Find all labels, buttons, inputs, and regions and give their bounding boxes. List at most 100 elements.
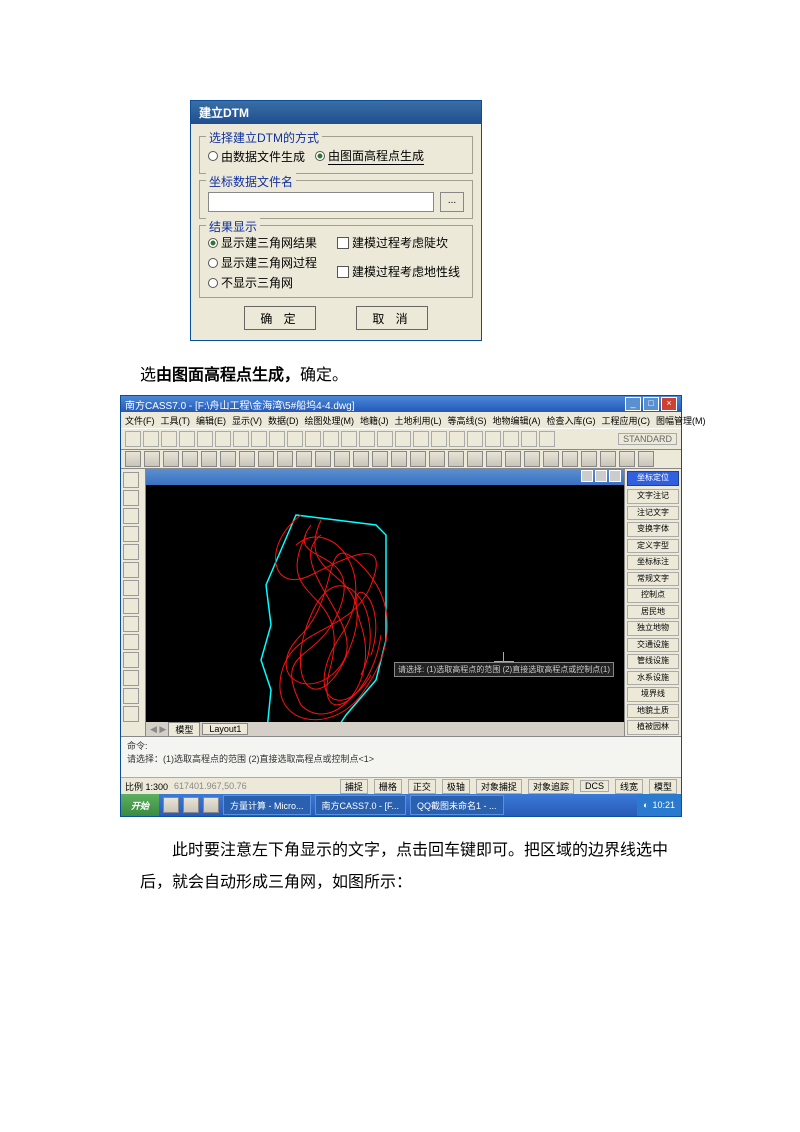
circle-icon[interactable] <box>123 508 139 524</box>
minimize-icon[interactable]: _ <box>625 397 641 411</box>
toolbar-icon[interactable] <box>161 431 177 447</box>
toolbar-icon[interactable] <box>334 451 350 467</box>
toolbar-icon[interactable] <box>239 451 255 467</box>
toolbar-icon[interactable] <box>258 451 274 467</box>
menu-item[interactable]: 图幅管理(M) <box>656 414 706 427</box>
toolbar-icon[interactable] <box>638 451 654 467</box>
menu-item[interactable]: 土地利用(L) <box>395 414 442 427</box>
panel-btn[interactable]: 坐标定位 <box>627 471 679 486</box>
hatch-icon[interactable] <box>123 598 139 614</box>
dim-icon[interactable] <box>123 634 139 650</box>
toolbar-icon[interactable] <box>359 431 375 447</box>
toolbar-icon[interactable] <box>524 451 540 467</box>
toolbar-icon[interactable] <box>315 451 331 467</box>
toolbar-icon[interactable] <box>410 451 426 467</box>
toolbar-icon[interactable] <box>467 431 483 447</box>
mdi-min-icon[interactable] <box>581 470 593 482</box>
toolbar-icon[interactable] <box>163 451 179 467</box>
coord-file-input[interactable] <box>208 192 434 212</box>
menu-item[interactable]: 检查入库(G) <box>547 414 596 427</box>
polyline-icon[interactable] <box>123 490 139 506</box>
toolbar-icon[interactable] <box>503 431 519 447</box>
command-window[interactable]: 命令: 请选择：(1)选取高程点的范围 (2)直接选取高程点或控制点<1> <box>121 736 681 777</box>
panel-btn[interactable]: 管线设施 <box>627 654 679 669</box>
toolbar-icon[interactable] <box>353 451 369 467</box>
toolbar-icon[interactable] <box>201 451 217 467</box>
panel-btn[interactable]: 常规文字 <box>627 572 679 587</box>
panel-btn[interactable]: 水系设施 <box>627 671 679 686</box>
toolbar-icon[interactable] <box>521 431 537 447</box>
point-icon[interactable] <box>123 670 139 686</box>
toolbar-icon[interactable] <box>372 451 388 467</box>
spline-icon[interactable] <box>123 580 139 596</box>
toolbar-icon[interactable] <box>619 451 635 467</box>
status-toggle[interactable]: 对象追踪 <box>528 779 574 794</box>
menu-item[interactable]: 等高线(S) <box>448 414 487 427</box>
close-icon[interactable]: × <box>661 397 677 411</box>
toolbar-icon[interactable] <box>269 431 285 447</box>
toolbar-icon[interactable] <box>485 431 501 447</box>
panel-btn[interactable]: 居民地 <box>627 605 679 620</box>
maximize-icon[interactable]: □ <box>643 397 659 411</box>
block-icon[interactable] <box>123 652 139 668</box>
browse-button[interactable]: ... <box>440 192 464 212</box>
menu-item[interactable]: 编辑(E) <box>196 414 226 427</box>
mdi-max-icon[interactable] <box>595 470 607 482</box>
panel-btn[interactable]: 变换字体 <box>627 522 679 537</box>
status-toggle[interactable]: 正交 <box>408 779 436 794</box>
panel-btn[interactable]: 交通设施 <box>627 638 679 653</box>
tray-icon[interactable]: ◐ <box>643 800 648 810</box>
toolbar-icon[interactable] <box>448 451 464 467</box>
panel-btn[interactable]: 文字注记 <box>627 489 679 504</box>
status-toggle[interactable]: 极轴 <box>442 779 470 794</box>
toolbar-icon[interactable] <box>429 451 445 467</box>
menu-item[interactable]: 工具(T) <box>161 414 191 427</box>
toolbar-icon[interactable] <box>543 451 559 467</box>
region-icon[interactable] <box>123 688 139 704</box>
toolbar-icon[interactable] <box>323 431 339 447</box>
toolbar-icon[interactable] <box>277 451 293 467</box>
toolbar-icon[interactable] <box>220 451 236 467</box>
toolbar-icon[interactable] <box>581 451 597 467</box>
toolbar-icon[interactable] <box>413 431 429 447</box>
menu-item[interactable]: 绘图处理(M) <box>305 414 355 427</box>
table-icon[interactable] <box>123 706 139 722</box>
toolbar-icon[interactable] <box>144 451 160 467</box>
panel-btn[interactable]: 定义字型 <box>627 539 679 554</box>
radio-show-tin-result[interactable]: 显示建三角网结果 <box>208 234 317 251</box>
status-toggle[interactable]: 栅格 <box>374 779 402 794</box>
radio-hide-tin[interactable]: 不显示三角网 <box>208 274 317 291</box>
toolbar-icon[interactable] <box>125 451 141 467</box>
toolbar-icon[interactable] <box>287 431 303 447</box>
radio-from-data-file[interactable]: 由数据文件生成 <box>208 148 305 165</box>
menu-item[interactable]: 文件(F) <box>125 414 155 427</box>
toolbar-icon[interactable] <box>505 451 521 467</box>
menu-item[interactable]: 工程应用(C) <box>602 414 651 427</box>
quicklaunch-icon[interactable] <box>163 797 179 813</box>
ellipse-icon[interactable] <box>123 562 139 578</box>
panel-btn[interactable]: 坐标标注 <box>627 555 679 570</box>
menu-item[interactable]: 数据(D) <box>268 414 299 427</box>
ok-button[interactable]: 确 定 <box>244 306 316 330</box>
toolbar-icon[interactable] <box>391 451 407 467</box>
drawing-canvas[interactable]: 请选择: (1)选取高程点的范围 (2)直接选取高程点或控制点(1) <box>146 485 624 722</box>
taskbar-task[interactable]: QQ截图未命名1 - ... <box>410 795 504 815</box>
cancel-button[interactable]: 取 消 <box>356 306 428 330</box>
panel-btn[interactable]: 地貌土质 <box>627 704 679 719</box>
toolbar-icon[interactable] <box>215 431 231 447</box>
radio-from-map-elev[interactable]: 由图面高程点生成 <box>315 147 424 165</box>
taskbar-task[interactable]: 南方CASS7.0 - [F... <box>315 795 407 815</box>
panel-btn[interactable]: 境界线 <box>627 687 679 702</box>
check-steep-bank[interactable]: 建模过程考虑陡坎 <box>337 234 460 251</box>
toolbar-icon[interactable] <box>600 451 616 467</box>
toolbar-icon[interactable] <box>305 431 321 447</box>
toolbar-icon[interactable] <box>449 431 465 447</box>
quicklaunch-icon[interactable] <box>183 797 199 813</box>
line-icon[interactable] <box>123 472 139 488</box>
toolbar-icon[interactable] <box>143 431 159 447</box>
check-breakline[interactable]: 建模过程考虑地性线 <box>337 263 460 280</box>
status-toggle[interactable]: DCS <box>580 780 609 792</box>
rect-icon[interactable] <box>123 544 139 560</box>
toolbar-icon[interactable] <box>562 451 578 467</box>
radio-show-tin-process[interactable]: 显示建三角网过程 <box>208 254 317 271</box>
